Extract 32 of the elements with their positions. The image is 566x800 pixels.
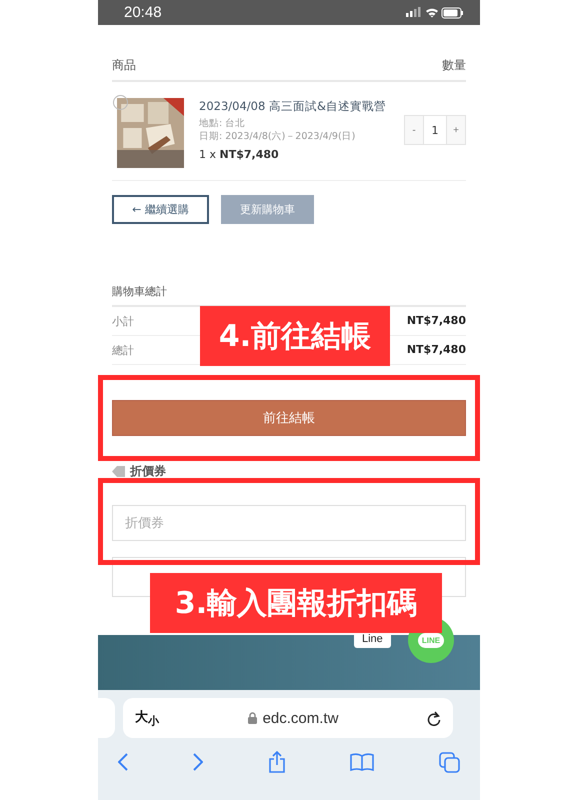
url-text: edc.com.tw — [262, 710, 338, 726]
checkout-button[interactable]: 前往結帳 — [112, 400, 466, 436]
address-bar[interactable]: 大$_{小}$ edc.com.tw — [123, 698, 453, 738]
step-tooltip: 4.前往結帳 — [200, 306, 390, 366]
back-icon[interactable] — [118, 753, 128, 771]
share-icon[interactable] — [268, 751, 286, 773]
product-dates: 日期: 2023/4/8(六)－2023/4/9(日) — [199, 130, 356, 143]
product-price: 1 x NT$7,480 — [199, 148, 280, 161]
tag-icon — [112, 466, 125, 477]
signal-wifi-battery-icon — [406, 6, 464, 18]
lock-icon — [248, 712, 257, 724]
total-value: NT$7,480 — [406, 343, 466, 358]
coupon-field[interactable]: 折價券 — [112, 505, 466, 541]
remove-circle-icon[interactable] — [113, 95, 128, 110]
product-title[interactable]: 2023/04/08 高三面試&自述實戰營 — [199, 99, 404, 114]
continue-shopping-button[interactable]: ← 繼續選購 — [112, 195, 209, 224]
clock-time: 20:48 — [124, 4, 162, 21]
total-label: 小計 — [112, 314, 134, 329]
forward-icon[interactable] — [192, 753, 203, 771]
book-icon[interactable] — [350, 753, 374, 771]
reload-icon[interactable] — [426, 710, 441, 726]
total-label: 總計 — [112, 343, 134, 358]
product-location: 地點: 台北 — [199, 117, 246, 130]
column-header: 商品 — [112, 57, 136, 74]
total-value: NT$7,480 — [406, 314, 466, 329]
tabs-icon[interactable] — [439, 752, 460, 772]
coupon-heading: 折價券 — [130, 463, 166, 480]
step-tooltip: 3.輸入團報折扣碼 — [150, 573, 442, 633]
column-header: 數量 — [442, 57, 466, 74]
decrease-button[interactable]: - — [405, 116, 423, 144]
text-size-button[interactable]: 大$_{小}$ — [135, 708, 159, 728]
increase-button[interactable]: + — [447, 116, 465, 144]
